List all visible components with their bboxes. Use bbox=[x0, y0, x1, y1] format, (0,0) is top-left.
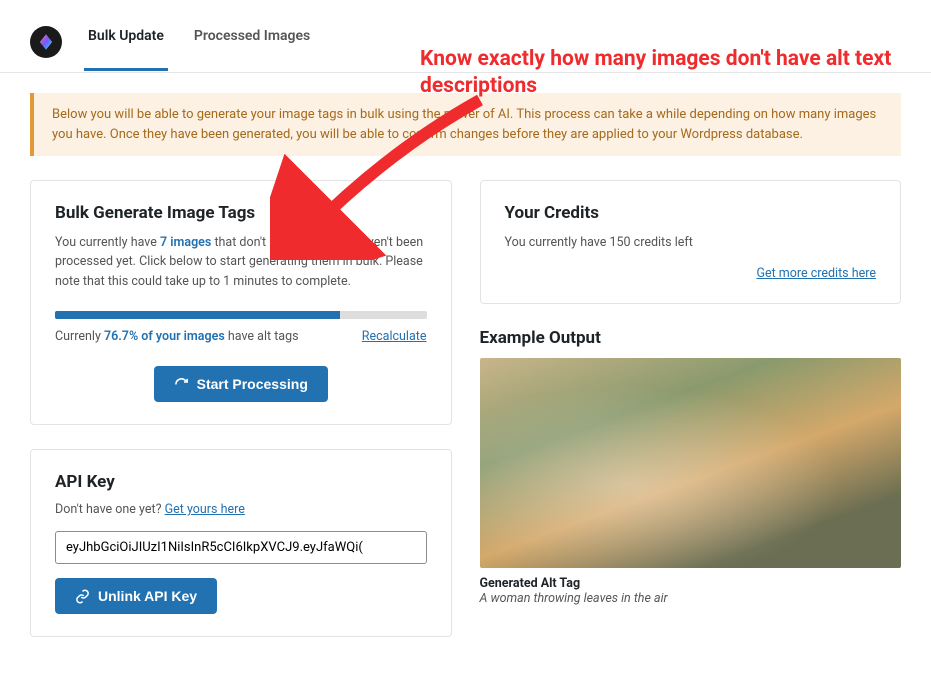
progress-post: have alt tags bbox=[225, 329, 299, 344]
example-output-section: Example Output Generated Alt Tag A woman… bbox=[480, 328, 902, 606]
refresh-icon bbox=[174, 377, 189, 392]
progress-fill bbox=[55, 311, 340, 319]
tab-bar: Bulk Update Processed Images bbox=[84, 28, 314, 71]
api-key-subtext: Don't have one yet? Get yours here bbox=[55, 502, 427, 517]
bulk-image-count: 7 images bbox=[160, 235, 211, 250]
annotation-text: Know exactly how many images don't have … bbox=[420, 46, 900, 101]
generated-alt-tag-label: Generated Alt Tag bbox=[480, 576, 902, 591]
progress-text: Currenly 76.7% of your images have alt t… bbox=[55, 329, 299, 344]
bulk-desc-pre: You currently have bbox=[55, 235, 160, 250]
page-content: Below you will be able to generate your … bbox=[0, 73, 931, 637]
api-key-card: API Key Don't have one yet? Get yours he… bbox=[30, 449, 452, 637]
progress-bar bbox=[55, 311, 427, 319]
link-icon bbox=[75, 589, 90, 604]
get-yours-link[interactable]: Get yours here bbox=[165, 502, 245, 517]
api-key-input[interactable] bbox=[55, 531, 427, 564]
credits-title: Your Credits bbox=[505, 203, 877, 223]
get-more-credits-link[interactable]: Get more credits here bbox=[756, 266, 876, 281]
example-image bbox=[480, 358, 902, 568]
credits-card: Your Credits You currently have 150 cred… bbox=[480, 180, 902, 304]
start-processing-label: Start Processing bbox=[197, 376, 308, 392]
api-key-title: API Key bbox=[55, 472, 427, 492]
tab-bulk-update[interactable]: Bulk Update bbox=[84, 28, 168, 71]
start-processing-button[interactable]: Start Processing bbox=[154, 366, 328, 402]
api-key-sub-pre: Don't have one yet? bbox=[55, 502, 165, 517]
recalculate-link[interactable]: Recalculate bbox=[362, 329, 427, 344]
example-title: Example Output bbox=[480, 328, 902, 348]
app-logo bbox=[30, 26, 62, 58]
logo-icon bbox=[37, 33, 55, 51]
generated-alt-tag-caption: A woman throwing leaves in the air bbox=[480, 591, 902, 606]
tab-processed-images[interactable]: Processed Images bbox=[190, 28, 314, 71]
bulk-title: Bulk Generate Image Tags bbox=[55, 203, 427, 223]
info-notice: Below you will be able to generate your … bbox=[30, 93, 901, 156]
credits-desc: You currently have 150 credits left bbox=[505, 233, 877, 252]
progress-pct: 76.7% of your images bbox=[104, 329, 225, 344]
unlink-api-key-label: Unlink API Key bbox=[98, 588, 197, 604]
bulk-description: You currently have 7 images that don't h… bbox=[55, 233, 427, 291]
bulk-generate-card: Bulk Generate Image Tags You currently h… bbox=[30, 180, 452, 425]
unlink-api-key-button[interactable]: Unlink API Key bbox=[55, 578, 217, 614]
progress-pre: Currenly bbox=[55, 329, 104, 344]
